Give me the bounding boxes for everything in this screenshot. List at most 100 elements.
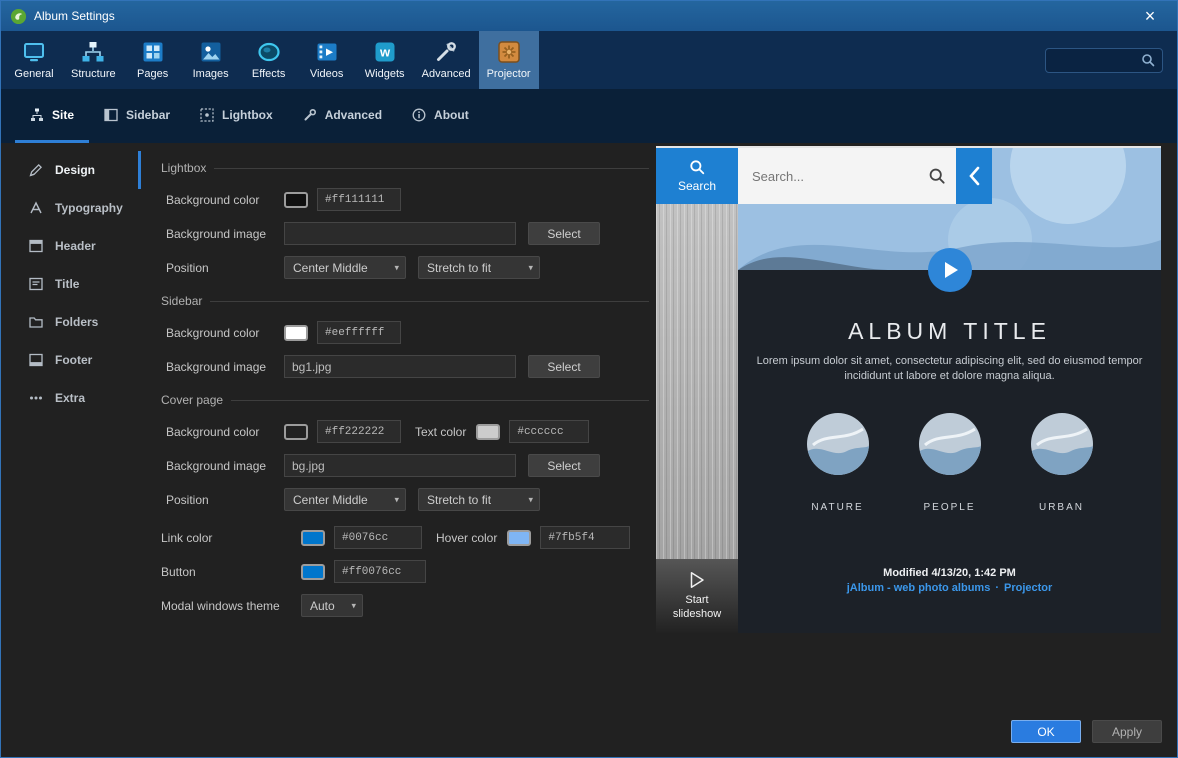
nav-item-header[interactable]: Header [1, 227, 141, 265]
nav-item-typography[interactable]: Typography [1, 189, 141, 227]
play-outline-icon [689, 571, 705, 589]
ok-button[interactable]: OK [1011, 720, 1081, 743]
footer-icon [28, 352, 44, 368]
link-color-swatch[interactable] [301, 530, 325, 546]
close-icon: × [1145, 7, 1156, 25]
sidebar-panel-icon [104, 108, 118, 122]
toolbar-item-label: General [14, 68, 53, 80]
tab-label: Advanced [325, 108, 382, 122]
group-sidebar: Sidebar Background color Background imag… [149, 294, 649, 378]
info-icon [412, 108, 426, 122]
tab-lightbox[interactable]: Lightbox [185, 89, 288, 143]
close-button[interactable]: × [1132, 1, 1168, 31]
chevron-left-icon [967, 166, 981, 186]
nav-item-title[interactable]: Title [1, 265, 141, 303]
hover-color-swatch[interactable] [507, 530, 531, 546]
preview-cover-content: ALBUM TITLE Lorem ipsum dolor sit amet, … [738, 270, 1161, 633]
nav-item-label: Title [55, 277, 79, 291]
button-color-input[interactable] [334, 560, 426, 583]
wrench-icon [303, 108, 317, 122]
preview-jalbum-link[interactable]: jAlbum - web photo albums [847, 582, 991, 594]
nav-item-label: Extra [55, 391, 85, 405]
sidebar-background-color-input[interactable] [317, 321, 401, 344]
toolbar-item-general[interactable]: General [5, 31, 63, 89]
toolbar-item-widgets[interactable]: w Widgets [356, 31, 414, 89]
hover-color-input[interactable] [540, 526, 630, 549]
toolbar-item-structure[interactable]: Structure [63, 31, 124, 89]
tab-site[interactable]: Site [15, 89, 89, 143]
sitemap-icon [30, 108, 44, 122]
header-icon [28, 238, 44, 254]
toolbar-item-effects[interactable]: Effects [240, 31, 298, 89]
nav-item-extra[interactable]: Extra [1, 379, 141, 417]
preview-folder-nature[interactable]: Nature [807, 413, 869, 513]
field-label: Background color [166, 193, 284, 207]
cover-text-color-input[interactable] [509, 420, 589, 443]
folder-thumbnail-image [1031, 413, 1093, 475]
cover-position-dropdown[interactable]: Center Middle [284, 488, 406, 511]
lightbox-background-color-swatch[interactable] [284, 192, 308, 208]
sidebar-background-color-swatch[interactable] [284, 325, 308, 341]
toolbar-search-box[interactable] [1045, 48, 1163, 73]
field-label: Position [166, 493, 284, 507]
lightbox-position-dropdown[interactable]: Center Middle [284, 256, 406, 279]
nav-item-folders[interactable]: Folders [1, 303, 141, 341]
preview-play-button[interactable] [928, 248, 972, 292]
lightbox-background-image-input[interactable] [284, 222, 516, 245]
search-icon [928, 167, 946, 185]
toolbar-item-images[interactable]: Images [182, 31, 240, 89]
lightbox-fit-dropdown[interactable]: Stretch to fit [418, 256, 540, 279]
toolbar-item-label: Projector [487, 68, 531, 80]
toolbar-search-input[interactable] [1053, 53, 1135, 67]
nav-item-design[interactable]: Design [1, 151, 141, 189]
toolbar-item-label: Structure [71, 68, 116, 80]
toolbar-item-videos[interactable]: Videos [298, 31, 356, 89]
preview-page: ALBUM TITLE Lorem ipsum dolor sit amet, … [738, 148, 1161, 633]
field-label: Link color [161, 531, 301, 545]
tab-advanced[interactable]: Advanced [288, 89, 397, 143]
sidebar-background-image-input[interactable] [284, 355, 516, 378]
field-label: Background image [166, 459, 284, 473]
preview-collapse-button[interactable] [956, 148, 992, 204]
preview-folder-people[interactable]: People [919, 413, 981, 513]
pages-icon [141, 40, 165, 64]
tab-label: Sidebar [126, 108, 170, 122]
typography-icon [28, 200, 44, 216]
link-color-input[interactable] [334, 526, 422, 549]
button-color-swatch[interactable] [301, 564, 325, 580]
cover-background-image-select-button[interactable]: Select [528, 454, 600, 477]
cover-background-color-swatch[interactable] [284, 424, 308, 440]
preview-search-input[interactable] [752, 169, 922, 184]
toolbar-item-projector[interactable]: Projector [479, 31, 539, 89]
title-icon [28, 276, 44, 292]
toolbar-item-advanced[interactable]: Advanced [414, 31, 479, 89]
cover-text-color-swatch[interactable] [476, 424, 500, 440]
lightbox-background-color-input[interactable] [317, 188, 401, 211]
lightbox-icon [200, 108, 214, 122]
tab-about[interactable]: About [397, 89, 484, 143]
nav-item-footer[interactable]: Footer [1, 341, 141, 379]
modal-theme-dropdown[interactable]: Auto [301, 594, 363, 617]
lightbox-background-image-select-button[interactable]: Select [528, 222, 600, 245]
preview-folder-urban[interactable]: Urban [1031, 413, 1093, 513]
section-tabs: Site Sidebar Lightbox Advanced About [1, 89, 1177, 143]
cover-background-color-input[interactable] [317, 420, 401, 443]
cover-fit-dropdown[interactable]: Stretch to fit [418, 488, 540, 511]
nav-item-label: Folders [55, 315, 98, 329]
toolbar-item-label: Videos [310, 68, 343, 80]
field-label: Text color [415, 425, 466, 439]
tab-sidebar[interactable]: Sidebar [89, 89, 185, 143]
preview-start-slideshow-button[interactable]: Start slideshow [656, 559, 738, 633]
video-icon [315, 40, 339, 64]
album-settings-window: Album Settings × General Structure Pages… [0, 0, 1178, 758]
titlebar: Album Settings × [1, 1, 1177, 31]
toolbar-item-pages[interactable]: Pages [124, 31, 182, 89]
cover-background-image-input[interactable] [284, 454, 516, 477]
preview-search-button[interactable]: Search [656, 148, 738, 204]
folder-label: People [923, 497, 975, 513]
sidebar-background-image-select-button[interactable]: Select [528, 355, 600, 378]
group-legend: Cover page [161, 393, 223, 407]
preview-panel: Search Start slideshow [656, 146, 1161, 633]
preview-projector-link[interactable]: Projector [1004, 582, 1052, 594]
apply-button[interactable]: Apply [1092, 720, 1162, 743]
